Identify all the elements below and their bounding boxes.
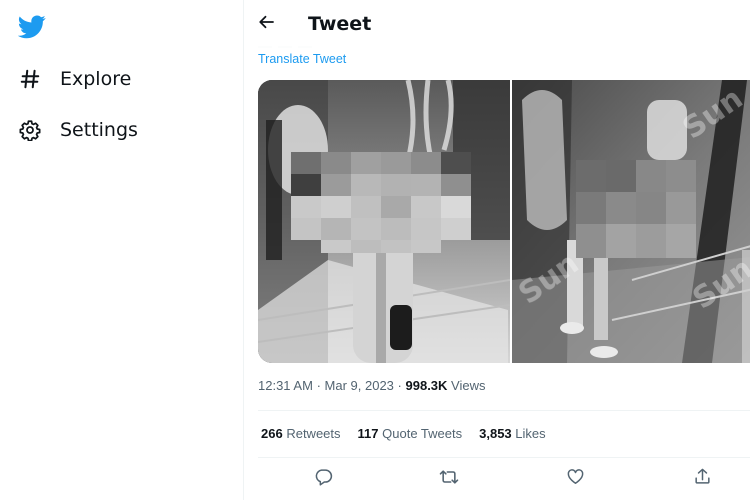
- tweet-stats: 266 Retweets 117 Quote Tweets 3,853 Like…: [261, 426, 563, 441]
- likes-stat[interactable]: 3,853 Likes: [479, 426, 546, 441]
- retweets-count: 266: [261, 426, 283, 441]
- retweet-icon: [439, 467, 459, 492]
- back-arrow-icon: [258, 13, 276, 36]
- meta-separator: ·: [397, 378, 402, 393]
- like-button[interactable]: [558, 462, 592, 496]
- twitter-bird-icon[interactable]: [17, 12, 46, 40]
- reply-icon: [314, 467, 333, 491]
- divider: [258, 410, 750, 411]
- views-label: Views: [451, 378, 486, 393]
- page-header: Tweet: [244, 0, 750, 48]
- sidebar-item-label: Explore: [60, 68, 132, 90]
- main-column: Tweet Translate Tweet Sun Sun Sun 12:31 …: [244, 0, 750, 500]
- tweet-media: Sun Sun Sun: [258, 80, 750, 363]
- retweets-stat[interactable]: 266 Retweets: [261, 426, 341, 441]
- quotes-count: 117: [357, 426, 379, 441]
- hashtag-icon: [18, 67, 42, 91]
- tweet-photo[interactable]: [258, 80, 510, 363]
- gear-icon: [18, 118, 42, 142]
- retweet-button[interactable]: [432, 462, 466, 496]
- sidebar-item-label: Settings: [60, 119, 138, 141]
- tweet-time[interactable]: 12:31 AM: [258, 378, 313, 393]
- meta-separator: ·: [316, 378, 321, 393]
- tweet-photo[interactable]: Sun Sun Sun: [512, 80, 750, 363]
- tweet-actions: [258, 462, 750, 496]
- sidebar: Explore Settings: [0, 0, 243, 500]
- blur-mosaic: [291, 152, 471, 253]
- tweet-date[interactable]: Mar 9, 2023: [325, 378, 394, 393]
- sidebar-item-explore[interactable]: Explore: [18, 63, 131, 95]
- likes-count: 3,853: [479, 426, 512, 441]
- views-count: 998.3K: [405, 378, 448, 393]
- like-icon: [566, 467, 585, 491]
- back-button[interactable]: [250, 7, 284, 41]
- retweets-label: Retweets: [286, 426, 341, 441]
- sidebar-item-settings[interactable]: Settings: [18, 114, 138, 146]
- blur-mosaic: [576, 160, 696, 258]
- share-icon: [693, 467, 712, 491]
- likes-label: Likes: [515, 426, 546, 441]
- share-button[interactable]: [685, 462, 719, 496]
- translate-tweet-link[interactable]: Translate Tweet: [258, 52, 346, 66]
- tweet-timestamp: 12:31 AM · Mar 9, 2023 · 998.3K Views: [258, 378, 486, 393]
- divider: [258, 457, 750, 458]
- page-title: Tweet: [308, 13, 372, 35]
- quotes-label: Quote Tweets: [382, 426, 463, 441]
- reply-button[interactable]: [306, 462, 340, 496]
- quote-tweets-stat[interactable]: 117 Quote Tweets: [358, 426, 463, 441]
